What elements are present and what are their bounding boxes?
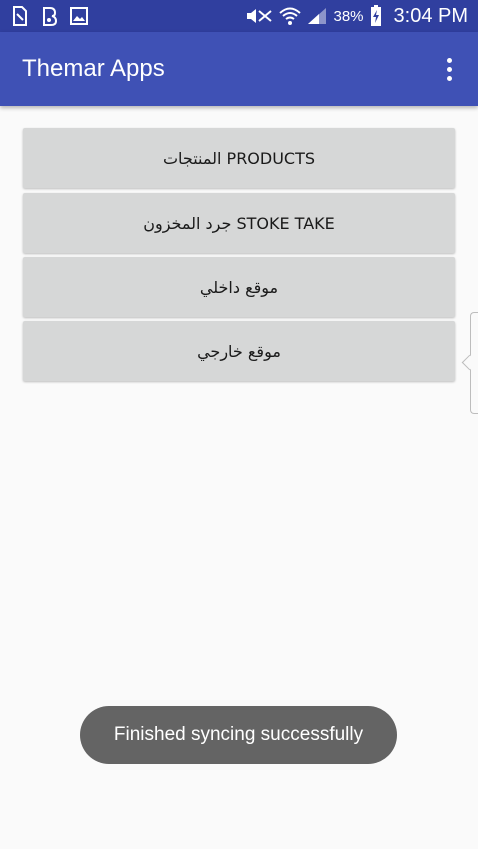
data-saver-icon [40, 6, 58, 26]
status-bar-left [12, 6, 88, 26]
app-title: Themar Apps [22, 55, 165, 82]
stock-take-button[interactable]: جرد المخزون STOKE TAKE [23, 193, 455, 253]
battery-charging-icon [370, 5, 382, 27]
wifi-icon [279, 6, 302, 26]
app-bar: Themar Apps [0, 32, 478, 106]
more-vert-icon[interactable] [434, 49, 464, 89]
image-icon [70, 7, 88, 25]
clock: 3:04 PM [393, 4, 468, 27]
side-panel-handle[interactable] [470, 312, 478, 414]
toast-message: Finished syncing successfully [80, 706, 397, 764]
external-location-button[interactable]: موقع خارجي [23, 321, 455, 381]
status-bar: 38% 3:04 PM [0, 0, 478, 32]
signal-icon [307, 7, 327, 25]
battery-percent: 38% [333, 7, 364, 25]
status-bar-right: 38% 3:04 PM [245, 5, 468, 28]
mute-icon [245, 7, 273, 25]
products-button[interactable]: المنتجات PRODUCTS [23, 128, 455, 188]
internal-location-button[interactable]: موقع داخلي [23, 257, 455, 317]
sim-icon [12, 6, 28, 26]
